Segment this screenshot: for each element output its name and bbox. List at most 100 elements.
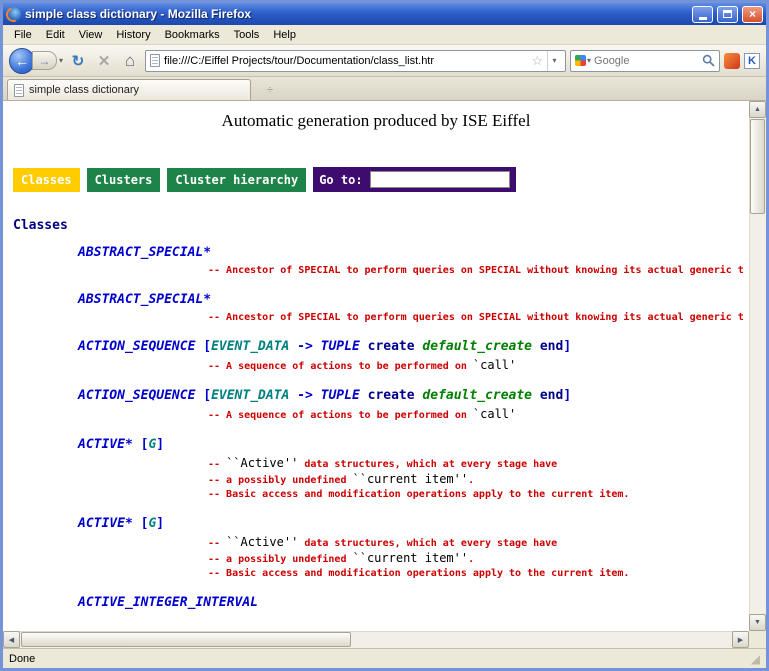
token-code: ``Active'' — [226, 535, 298, 549]
url-input[interactable] — [164, 55, 527, 67]
bookmark-star-icon[interactable]: ☆ — [531, 54, 543, 67]
token-generic[interactable]: EVENT_DATA — [211, 339, 289, 354]
forward-button[interactable]: → — [32, 51, 57, 70]
class-signature[interactable]: ACTIVE_INTEGER_INTERVAL — [78, 595, 749, 611]
class-comment-line: -- a possibly undefined ``current item''… — [208, 551, 749, 567]
token-comment: data structures, which at every stage ha… — [298, 538, 557, 549]
token-kw: end — [540, 388, 563, 403]
token-sym: -> — [289, 339, 320, 354]
menu-file[interactable]: File — [7, 26, 39, 44]
goto-input[interactable] — [370, 171, 510, 188]
token-class[interactable]: TUPLE — [321, 388, 368, 403]
minimize-icon — [699, 17, 707, 20]
page-title: Automatic generation produced by ISE Eif… — [3, 111, 749, 131]
token-sym: ] — [156, 437, 164, 452]
maximize-icon — [723, 10, 732, 18]
token-generic[interactable]: EVENT_DATA — [211, 388, 289, 403]
class-comment-line: -- ``Active'' data structures, which at … — [208, 535, 749, 551]
token-kw: create — [368, 339, 423, 354]
token-comment: -- A sequence of actions to be performed… — [208, 361, 473, 372]
menu-bookmarks[interactable]: Bookmarks — [158, 26, 227, 44]
address-bar[interactable]: ☆ ▾ — [145, 50, 566, 72]
resize-grip-icon[interactable]: ◢ — [751, 653, 760, 665]
token-sym: ] — [156, 516, 164, 531]
status-bar: Done ◢ — [3, 648, 766, 668]
tab-strip-button[interactable]: ÷ — [257, 81, 283, 98]
tab-bar: simple class dictionary ÷ — [3, 77, 766, 101]
title-bar: simple class dictionary - Mozilla Firefo… — [3, 3, 766, 25]
class-entry: ACTION_SEQUENCE [EVENT_DATA -> TUPLE cre… — [78, 339, 749, 374]
search-box[interactable]: ▾ — [570, 50, 720, 72]
token-class[interactable]: TUPLE — [321, 339, 368, 354]
class-signature[interactable]: ACTION_SEQUENCE [EVENT_DATA -> TUPLE cre… — [78, 388, 749, 404]
close-button[interactable]: × — [742, 6, 763, 23]
classes-nav-button[interactable]: Classes — [13, 168, 80, 192]
token-sym: [ — [203, 388, 211, 403]
menu-edit[interactable]: Edit — [39, 26, 72, 44]
class-signature[interactable]: ABSTRACT_SPECIAL* — [78, 245, 749, 261]
class-comment-line: -- Basic access and modification operati… — [208, 488, 749, 502]
cluster-hierarchy-nav-button[interactable]: Cluster hierarchy — [167, 168, 306, 192]
token-feature[interactable]: default_create — [422, 388, 539, 403]
addon-icon-2[interactable]: K — [744, 53, 760, 69]
token-kw: create — [368, 388, 423, 403]
token-class[interactable]: ABSTRACT_SPECIAL* — [78, 292, 211, 307]
url-dropdown-icon[interactable]: ▾ — [547, 51, 561, 71]
vertical-scrollbar-thumb[interactable] — [750, 119, 765, 214]
search-engine-dropdown-icon[interactable]: ▾ — [587, 56, 591, 65]
menu-tools[interactable]: Tools — [227, 26, 267, 44]
vertical-scrollbar[interactable] — [749, 101, 766, 631]
horizontal-scrollbar[interactable] — [3, 631, 749, 648]
token-class[interactable]: ABSTRACT_SPECIAL* — [78, 245, 211, 260]
search-icon[interactable] — [702, 54, 715, 67]
menu-view[interactable]: View — [72, 26, 110, 44]
clusters-nav-button[interactable]: Clusters — [87, 168, 161, 192]
addon-icon-1[interactable] — [724, 53, 740, 69]
tab-label: simple class dictionary — [29, 84, 139, 96]
section-title: Classes — [13, 218, 749, 233]
token-class[interactable]: ACTION_SEQUENCE — [78, 388, 203, 403]
class-list: ABSTRACT_SPECIAL* -- Ancestor of SPECIAL … — [3, 245, 749, 611]
class-signature[interactable]: ACTION_SEQUENCE [EVENT_DATA -> TUPLE cre… — [78, 339, 749, 355]
firefox-icon — [6, 7, 21, 22]
class-signature[interactable]: ABSTRACT_SPECIAL* — [78, 292, 749, 308]
stop-button[interactable]: ✕ — [93, 50, 115, 72]
token-class[interactable]: ACTIVE_INTEGER_INTERVAL — [78, 595, 258, 610]
reload-button[interactable]: ↻ — [67, 50, 89, 72]
search-input[interactable] — [594, 55, 699, 67]
class-comments: -- A sequence of actions to be performed… — [208, 358, 749, 374]
class-comment-line: -- Ancestor of SPECIAL to perform querie… — [208, 311, 749, 325]
class-comment-line: -- Basic access and modification operati… — [208, 567, 749, 581]
minimize-button[interactable] — [692, 6, 713, 23]
scroll-up-button[interactable]: ▲ — [749, 101, 766, 118]
menu-bar: FileEditViewHistoryBookmarksToolsHelp — [3, 25, 766, 45]
token-code: ``current item'' — [353, 472, 469, 486]
class-comments: -- Ancestor of SPECIAL to perform querie… — [208, 311, 749, 325]
menu-history[interactable]: History — [109, 26, 157, 44]
token-class[interactable]: ACTIVE* — [78, 516, 141, 531]
maximize-button[interactable] — [717, 6, 738, 23]
tab-simple-class-dictionary[interactable]: simple class dictionary — [7, 79, 251, 100]
token-comment: . — [468, 475, 474, 486]
class-comments: -- ``Active'' data structures, which at … — [208, 456, 749, 502]
token-class[interactable]: ACTIVE* — [78, 437, 141, 452]
horizontal-scrollbar-thumb[interactable] — [21, 632, 351, 647]
class-entry: ABSTRACT_SPECIAL*-- Ancestor of SPECIAL … — [78, 245, 749, 278]
token-comment: -- A sequence of actions to be performed… — [208, 410, 473, 421]
home-button[interactable]: ⌂ — [119, 50, 141, 72]
scroll-right-button[interactable]: ▶ — [732, 631, 749, 648]
scroll-down-button[interactable]: ▼ — [749, 614, 766, 631]
window-title: simple class dictionary - Mozilla Firefo… — [25, 7, 688, 21]
page-favicon — [150, 54, 160, 67]
token-comment: -- a possibly undefined — [208, 475, 353, 486]
goto-label: Go to: — [319, 173, 362, 187]
class-signature[interactable]: ACTIVE* [G] — [78, 516, 749, 532]
scroll-left-button[interactable]: ◀ — [3, 631, 20, 648]
menu-help[interactable]: Help — [266, 26, 303, 44]
history-dropdown-icon[interactable]: ▾ — [59, 56, 63, 65]
token-feature[interactable]: default_create — [422, 339, 539, 354]
token-comment: -- a possibly undefined — [208, 554, 353, 565]
token-class[interactable]: ACTION_SEQUENCE — [78, 339, 203, 354]
token-comment: -- — [208, 538, 226, 549]
class-signature[interactable]: ACTIVE* [G] — [78, 437, 749, 453]
